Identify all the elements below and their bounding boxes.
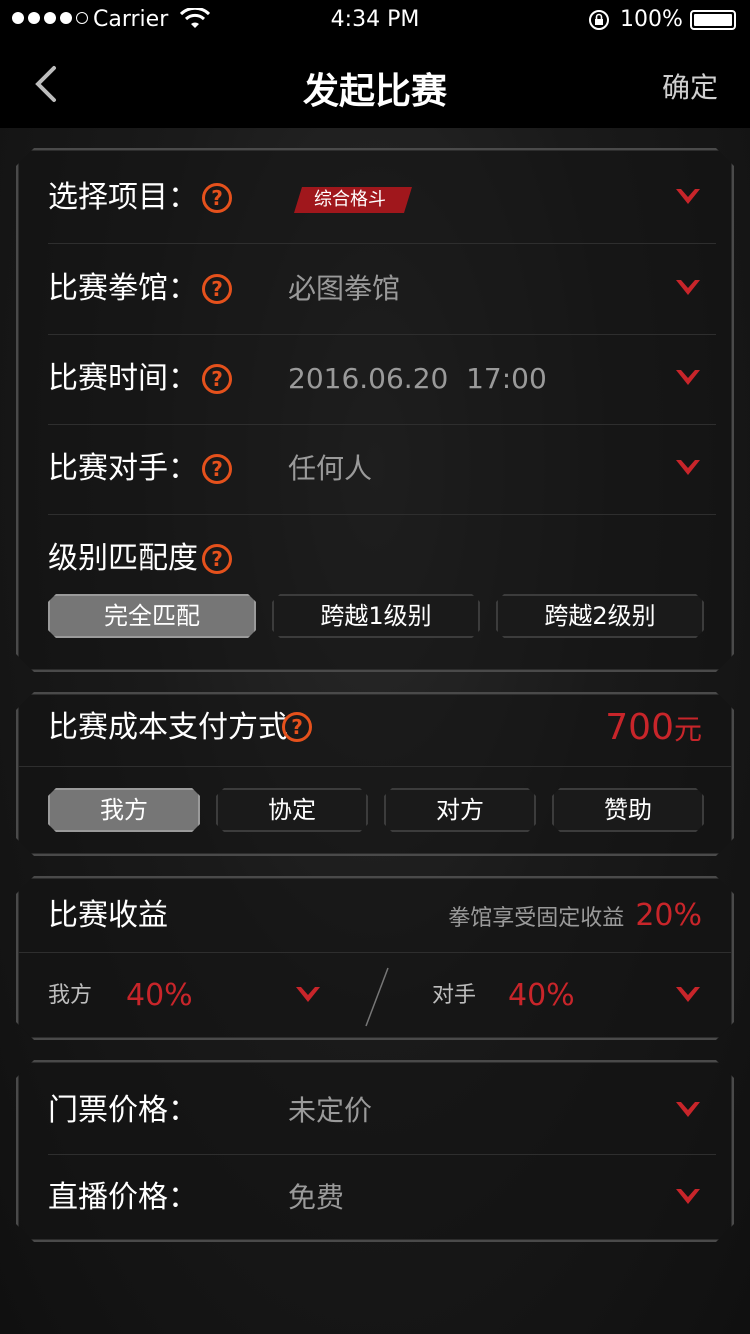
- level-option-cross-2[interactable]: 跨越2级别: [496, 594, 704, 638]
- cost-amount-unit: 元: [673, 713, 702, 746]
- slash-divider: [362, 966, 392, 1028]
- revenue-label: 比赛收益: [48, 898, 168, 933]
- rotation-lock-icon: [589, 10, 609, 30]
- cost-amount: 700元: [605, 688, 702, 768]
- ours-value[interactable]: 40%: [126, 954, 193, 1038]
- confirm-button[interactable]: 确定: [662, 66, 718, 106]
- cost-amount-value: 700: [605, 707, 674, 748]
- opponent-label: 比赛对手：: [48, 451, 198, 486]
- project-tag: 综合格斗: [294, 187, 412, 213]
- time-row[interactable]: 比赛时间： ? 2016.06.20 17:00: [18, 334, 732, 424]
- cost-label: 比赛成本支付方式: [48, 710, 288, 745]
- gym-share-value: 20%: [635, 898, 702, 933]
- level-row: 级别匹配度 ?: [18, 514, 732, 604]
- time-label: 比赛时间：: [48, 361, 198, 396]
- match-info-card: 选择项目： ? 综合格斗 比赛拳馆： ? 必图拳馆 比赛时间： ? 2016.0…: [16, 148, 734, 672]
- project-row[interactable]: 选择项目： ? 综合格斗: [18, 153, 732, 243]
- gym-label: 比赛拳馆：: [48, 271, 198, 306]
- chevron-down-icon[interactable]: [674, 1099, 702, 1121]
- cost-row: 比赛成本支付方式 ? 700元: [18, 688, 732, 768]
- opponent-row[interactable]: 比赛对手： ? 任何人: [18, 424, 732, 514]
- gym-share: 拳馆享受固定收益 20%: [448, 878, 702, 954]
- prices-card: 门票价格： 未定价 直播价格： 免费: [16, 1060, 734, 1242]
- cost-card: 比赛成本支付方式 ? 700元 我方 协定 对方 赞助: [16, 692, 734, 856]
- pay-option-agreed[interactable]: 协定: [216, 788, 368, 832]
- time-value: 2016.06.20 17:00: [288, 362, 547, 395]
- opponent-value: 任何人: [288, 452, 373, 485]
- theirs-label: 对手: [432, 983, 477, 1008]
- level-option-full-match[interactable]: 完全匹配: [48, 594, 256, 638]
- chevron-down-icon[interactable]: [674, 1186, 702, 1208]
- level-option-cross-1[interactable]: 跨越1级别: [272, 594, 480, 638]
- ticket-price-value: 未定价: [288, 1094, 373, 1127]
- divider: [18, 952, 732, 953]
- pay-option-opponent[interactable]: 对方: [384, 788, 536, 832]
- theirs-value[interactable]: 40%: [508, 954, 575, 1038]
- help-icon[interactable]: ?: [202, 544, 232, 574]
- battery-percentage: 100%: [620, 7, 683, 32]
- help-icon[interactable]: ?: [202, 364, 232, 394]
- chevron-down-icon[interactable]: [674, 186, 702, 208]
- pay-option-sponsor[interactable]: 赞助: [552, 788, 704, 832]
- live-price-row[interactable]: 直播价格： 免费: [18, 1153, 732, 1243]
- revenue-split-row: 我方 40% 对手 40%: [18, 954, 732, 1038]
- help-icon[interactable]: ?: [282, 712, 312, 742]
- live-price-value: 免费: [288, 1181, 345, 1214]
- ticket-price-label: 门票价格：: [48, 1093, 198, 1128]
- gym-value: 必图拳馆: [288, 272, 401, 305]
- live-price-label: 直播价格：: [48, 1180, 198, 1215]
- gym-share-label: 拳馆享受固定收益: [448, 906, 625, 931]
- chevron-down-icon[interactable]: [674, 367, 702, 389]
- revenue-card: 比赛收益 拳馆享受固定收益 20% 我方 40% 对手 40%: [16, 876, 734, 1040]
- help-icon[interactable]: ?: [202, 274, 232, 304]
- level-label: 级别匹配度: [48, 541, 198, 576]
- project-label: 选择项目：: [48, 180, 198, 215]
- divider: [18, 766, 732, 767]
- help-icon[interactable]: ?: [202, 183, 232, 213]
- chevron-down-icon[interactable]: [674, 984, 702, 1006]
- help-icon[interactable]: ?: [202, 454, 232, 484]
- navigation-bar: 发起比赛 确定: [0, 40, 750, 128]
- ticket-price-row[interactable]: 门票价格： 未定价: [18, 1066, 732, 1156]
- gym-row[interactable]: 比赛拳馆： ? 必图拳馆: [18, 244, 732, 334]
- revenue-header-row: 比赛收益 拳馆享受固定收益 20%: [18, 878, 732, 954]
- chevron-down-icon[interactable]: [674, 457, 702, 479]
- ours-label: 我方: [48, 983, 93, 1008]
- page-title: 发起比赛: [302, 71, 447, 112]
- chevron-down-icon[interactable]: [674, 277, 702, 299]
- status-bar: Carrier 4:34 PM 100%: [0, 0, 750, 40]
- pay-option-self[interactable]: 我方: [48, 788, 200, 832]
- chevron-down-icon[interactable]: [294, 984, 322, 1006]
- battery-icon: [690, 10, 736, 30]
